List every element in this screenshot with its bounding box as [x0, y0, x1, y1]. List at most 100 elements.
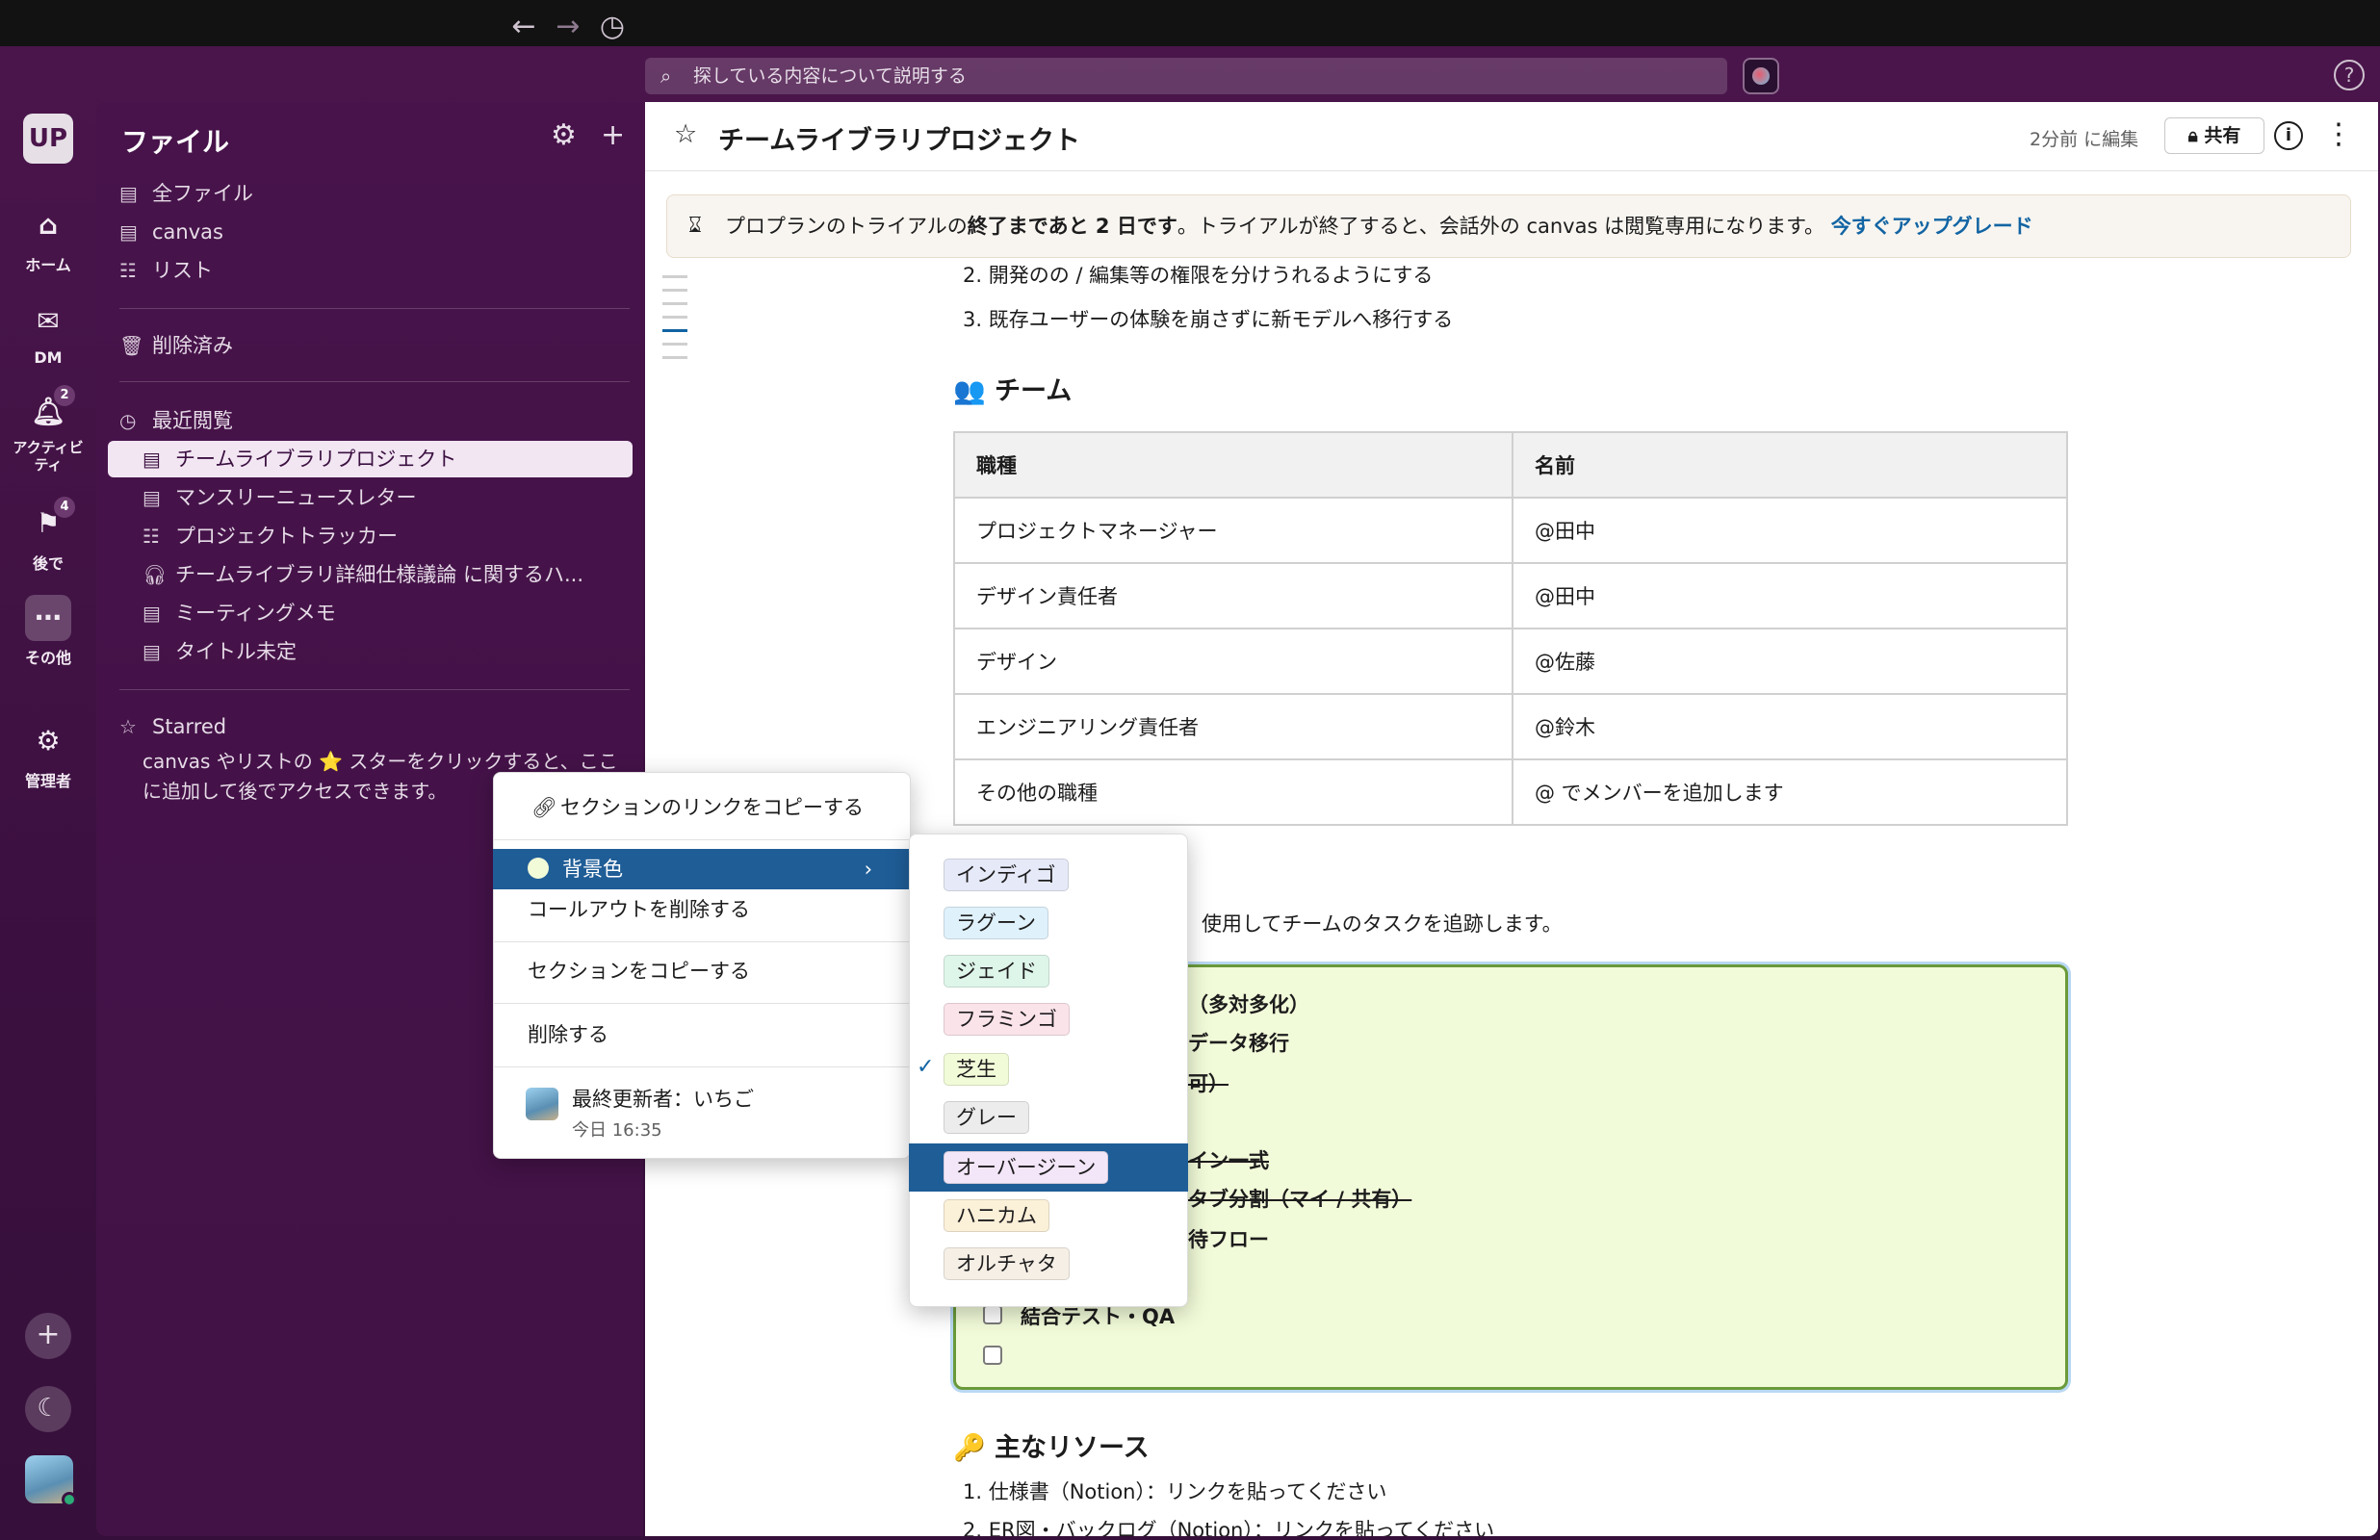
rail-admin-label: 管理者	[24, 772, 71, 790]
recent-item-meeting-notes[interactable]: ▤ ミーティングメモ	[142, 595, 336, 631]
menu-delete[interactable]: 削除する	[493, 1014, 911, 1055]
banner-bold: 終了まであと 2 日です	[967, 215, 1177, 238]
star-icon[interactable]: ☆	[674, 119, 697, 149]
color-option-honeycomb[interactable]: ハニカム	[909, 1192, 1188, 1240]
more-vertical-icon[interactable]: ⋮	[2324, 117, 2353, 152]
menu-remove-callout[interactable]: コールアウトを削除する	[493, 889, 911, 930]
canvas-icon: ▤	[119, 220, 138, 244]
task-item[interactable]: （多対多化）	[1188, 989, 1309, 1018]
sidebar-item-canvas[interactable]: ▤ canvas	[119, 214, 223, 250]
task-item-done[interactable]: イン一式	[1188, 1145, 1269, 1174]
table-cell[interactable]: @田中	[1512, 562, 2068, 629]
task-checkbox[interactable]	[983, 1305, 1002, 1324]
menu-background-color[interactable]: 背景色 ›	[493, 849, 911, 889]
resource-item: 2. ER図・バックログ（Notion）：リンクを貼ってください	[963, 1519, 1495, 1536]
upgrade-link[interactable]: 今すぐアップグレード	[1831, 215, 2033, 238]
color-option-grass[interactable]: ✓ 芝生	[909, 1045, 1188, 1093]
table-row: デザイン責任者 @田中	[953, 562, 2068, 629]
table-row: プロジェクトマネージャー @田中	[953, 497, 2068, 564]
color-option-flamingo[interactable]: フラミンゴ	[909, 995, 1188, 1043]
clock-icon[interactable]: ◷	[593, 10, 632, 44]
color-option-lagoon[interactable]: ラグーン	[909, 899, 1188, 947]
resources-heading: 🔑 主なリソース	[953, 1433, 1150, 1463]
color-option-gray[interactable]: グレー	[909, 1093, 1188, 1142]
task-checkbox[interactable]	[983, 1346, 1002, 1365]
last-updated: 最終更新者：いちご 今日 16:35	[572, 1084, 754, 1142]
color-chip: 芝生	[944, 1053, 1009, 1086]
outline-marker[interactable]	[662, 343, 687, 346]
rail-home[interactable]: ⌂ ホーム	[10, 202, 87, 275]
menu-copy-section[interactable]: セクションをコピーする	[493, 951, 911, 991]
sidebar-item-deleted[interactable]: 🗑︎ 削除済み	[119, 327, 233, 364]
table-cell[interactable]: デザイン	[953, 628, 1513, 695]
table-cell[interactable]: @鈴木	[1512, 693, 2068, 760]
starred-heading[interactable]: ☆ Starred	[119, 708, 226, 745]
table-cell[interactable]: プロジェクトマネージャー	[953, 497, 1513, 564]
workspace-avatar[interactable]: UP	[23, 114, 73, 164]
recent-item-team-library[interactable]: ▤ チームライブラリプロジェクト	[108, 441, 633, 477]
task-item[interactable]: 待フロー	[1188, 1224, 1269, 1253]
gear-icon: ⚙	[36, 725, 61, 757]
color-option-jade[interactable]: ジェイド	[909, 947, 1188, 995]
add-workspace-icon[interactable]: +	[25, 1313, 71, 1359]
info-icon[interactable]: i	[2274, 121, 2303, 150]
recent-item-tracker[interactable]: ☷ プロジェクトトラッカー	[142, 518, 398, 554]
outline-marker[interactable]	[662, 356, 687, 359]
table-cell[interactable]: エンジニアリング責任者	[953, 693, 1513, 760]
table-cell[interactable]: @佐藤	[1512, 628, 2068, 695]
menu-label: 削除する	[528, 1023, 608, 1046]
gear-icon[interactable]: ⚙	[551, 119, 577, 152]
table-cell[interactable]: その他の職種	[953, 758, 1513, 826]
table-cell[interactable]: デザイン責任者	[953, 562, 1513, 629]
outline-marker[interactable]	[662, 289, 687, 292]
color-chip: フラミンゴ	[944, 1003, 1070, 1036]
later-badge: 4	[54, 497, 75, 518]
moon-icon[interactable]: ☾	[25, 1386, 71, 1432]
task-item[interactable]: データ移行	[1188, 1028, 1289, 1057]
task-item-done[interactable]: タブ分割（マイ / 共有）	[1188, 1184, 1411, 1213]
table-header: 職種	[953, 431, 1513, 499]
outline-marker-active[interactable]	[662, 329, 687, 332]
table-cell[interactable]: @田中	[1512, 497, 2068, 564]
user-avatar[interactable]	[25, 1455, 77, 1507]
outline-marker[interactable]	[662, 316, 687, 319]
star-icon: ☆	[119, 715, 137, 738]
arrow-right-icon[interactable]: →	[549, 10, 587, 44]
outline-marker[interactable]	[662, 275, 687, 278]
goal-item-partial: 2. 開発のの / 編集等の権限を分けうれるようにする	[963, 266, 1434, 287]
rail-later[interactable]: ⚑ 4 後で	[10, 497, 87, 574]
question-icon[interactable]: ?	[2334, 60, 2365, 90]
color-chip: オルチャタ	[944, 1247, 1070, 1280]
sidebar-item-label: 全ファイル	[152, 182, 253, 205]
arrow-left-icon[interactable]: ←	[504, 10, 543, 44]
canvas-icon: ▤	[119, 182, 138, 205]
outline-marker[interactable]	[662, 302, 687, 305]
sidebar-item-label: 削除済み	[152, 334, 233, 357]
rail-admin[interactable]: ⚙ 管理者	[10, 718, 87, 791]
table-cell[interactable]: @ でメンバーを追加します	[1512, 758, 2068, 826]
sidebar-item-list[interactable]: ☷ リスト	[119, 252, 213, 289]
rail-activity[interactable]: 🔔︎ 2 アクティビティ	[10, 385, 87, 474]
color-chip: ハニカム	[944, 1199, 1049, 1232]
recent-item-label: マンスリーニュースレター	[175, 486, 417, 509]
rail-activity-label: アクティビティ	[13, 439, 84, 474]
plus-icon[interactable]: +	[601, 119, 625, 152]
recent-item-huddle[interactable]: 🎧︎ チームライブラリ詳細仕様議論 に関するハ...	[142, 556, 583, 593]
task-intro: 使用してチームのタスクを追跡します。	[1202, 912, 1563, 936]
color-option-indigo[interactable]: インディゴ	[909, 851, 1188, 899]
color-option-horchata[interactable]: オルチャタ	[909, 1240, 1188, 1288]
menu-divider	[493, 839, 911, 840]
search-input[interactable]: ⌕ 探している内容について説明する	[645, 58, 1727, 94]
recent-item-newsletter[interactable]: ▤ マンスリーニュースレター	[142, 479, 417, 516]
rail-more[interactable]: ⋯ その他	[10, 595, 87, 668]
recent-item-label: チームライブラリプロジェクト	[175, 448, 457, 471]
task-item-done[interactable]: 可）	[1188, 1068, 1229, 1097]
color-option-aubergine[interactable]: オーバージーン	[909, 1143, 1188, 1192]
rail-dm[interactable]: ✉ DM	[10, 298, 87, 367]
menu-copy-link[interactable]: 🔗︎ セクションのリンクをコピーする	[493, 787, 911, 828]
recent-heading[interactable]: ◷ 最近閲覧	[119, 402, 233, 439]
ai-assistant-icon[interactable]	[1743, 58, 1779, 94]
sidebar-item-all-files[interactable]: ▤ 全ファイル	[119, 175, 253, 212]
share-button[interactable]: 🔒︎ 共有	[2164, 117, 2264, 154]
recent-item-untitled[interactable]: ▤ タイトル未定	[142, 633, 297, 670]
